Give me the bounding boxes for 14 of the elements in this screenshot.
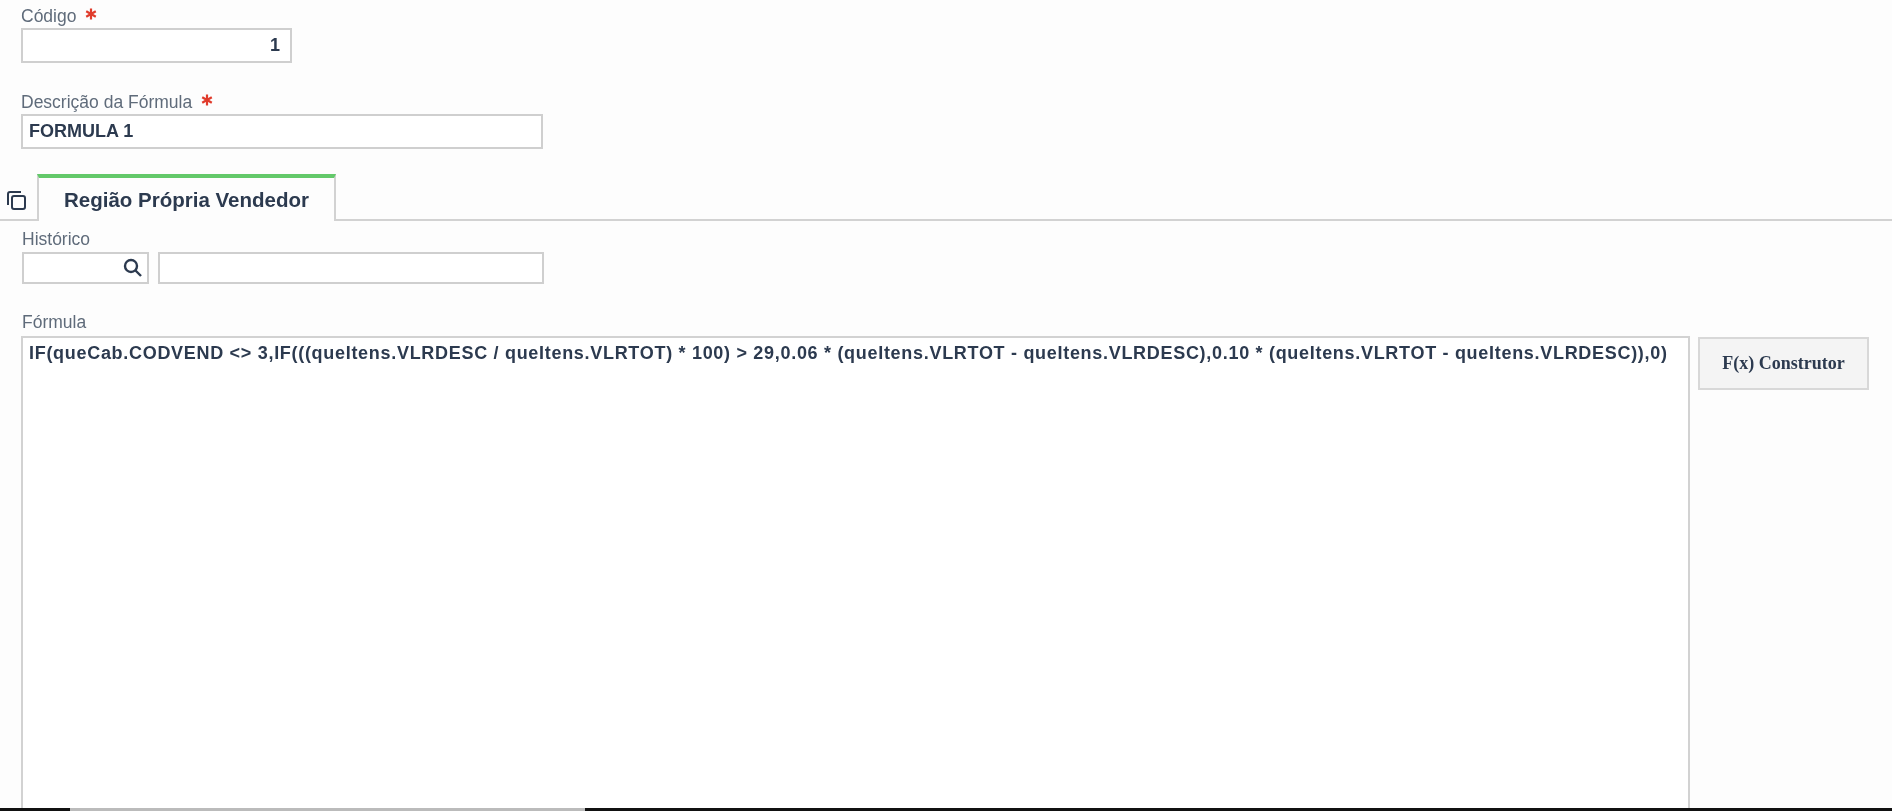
input-field[interactable]: 1 — [21, 28, 292, 63]
tab[interactable]: Região Própria Vendedor — [37, 174, 336, 221]
lookup-field[interactable] — [22, 252, 149, 284]
field-label: Histórico — [22, 229, 92, 249]
field-label: Descrição da Fórmula — [21, 91, 193, 113]
input-field[interactable]: FORMULA 1 — [21, 114, 543, 149]
formula-field[interactable]: IF(queCab.CODVEND <> 3,IF(((queItens.VLRDESC / queItens.VLRTOT) * 100) > 29,0.06 * (queItens.VLRTOT - queItens.VLRDESC),0.10 * (queItens.VLRTOT - queItens.VLRDESC)),0) — [21, 336, 1690, 811]
field-label: Código — [21, 5, 77, 27]
formula-builder-button[interactable]: F(x) Construtor — [1698, 337, 1869, 390]
input-field[interactable] — [158, 252, 544, 284]
scrollbar[interactable] — [0, 808, 1892, 811]
copy-icon[interactable] — [5, 189, 27, 211]
search-icon[interactable] — [123, 258, 143, 278]
field-label: Fórmula — [22, 312, 88, 332]
